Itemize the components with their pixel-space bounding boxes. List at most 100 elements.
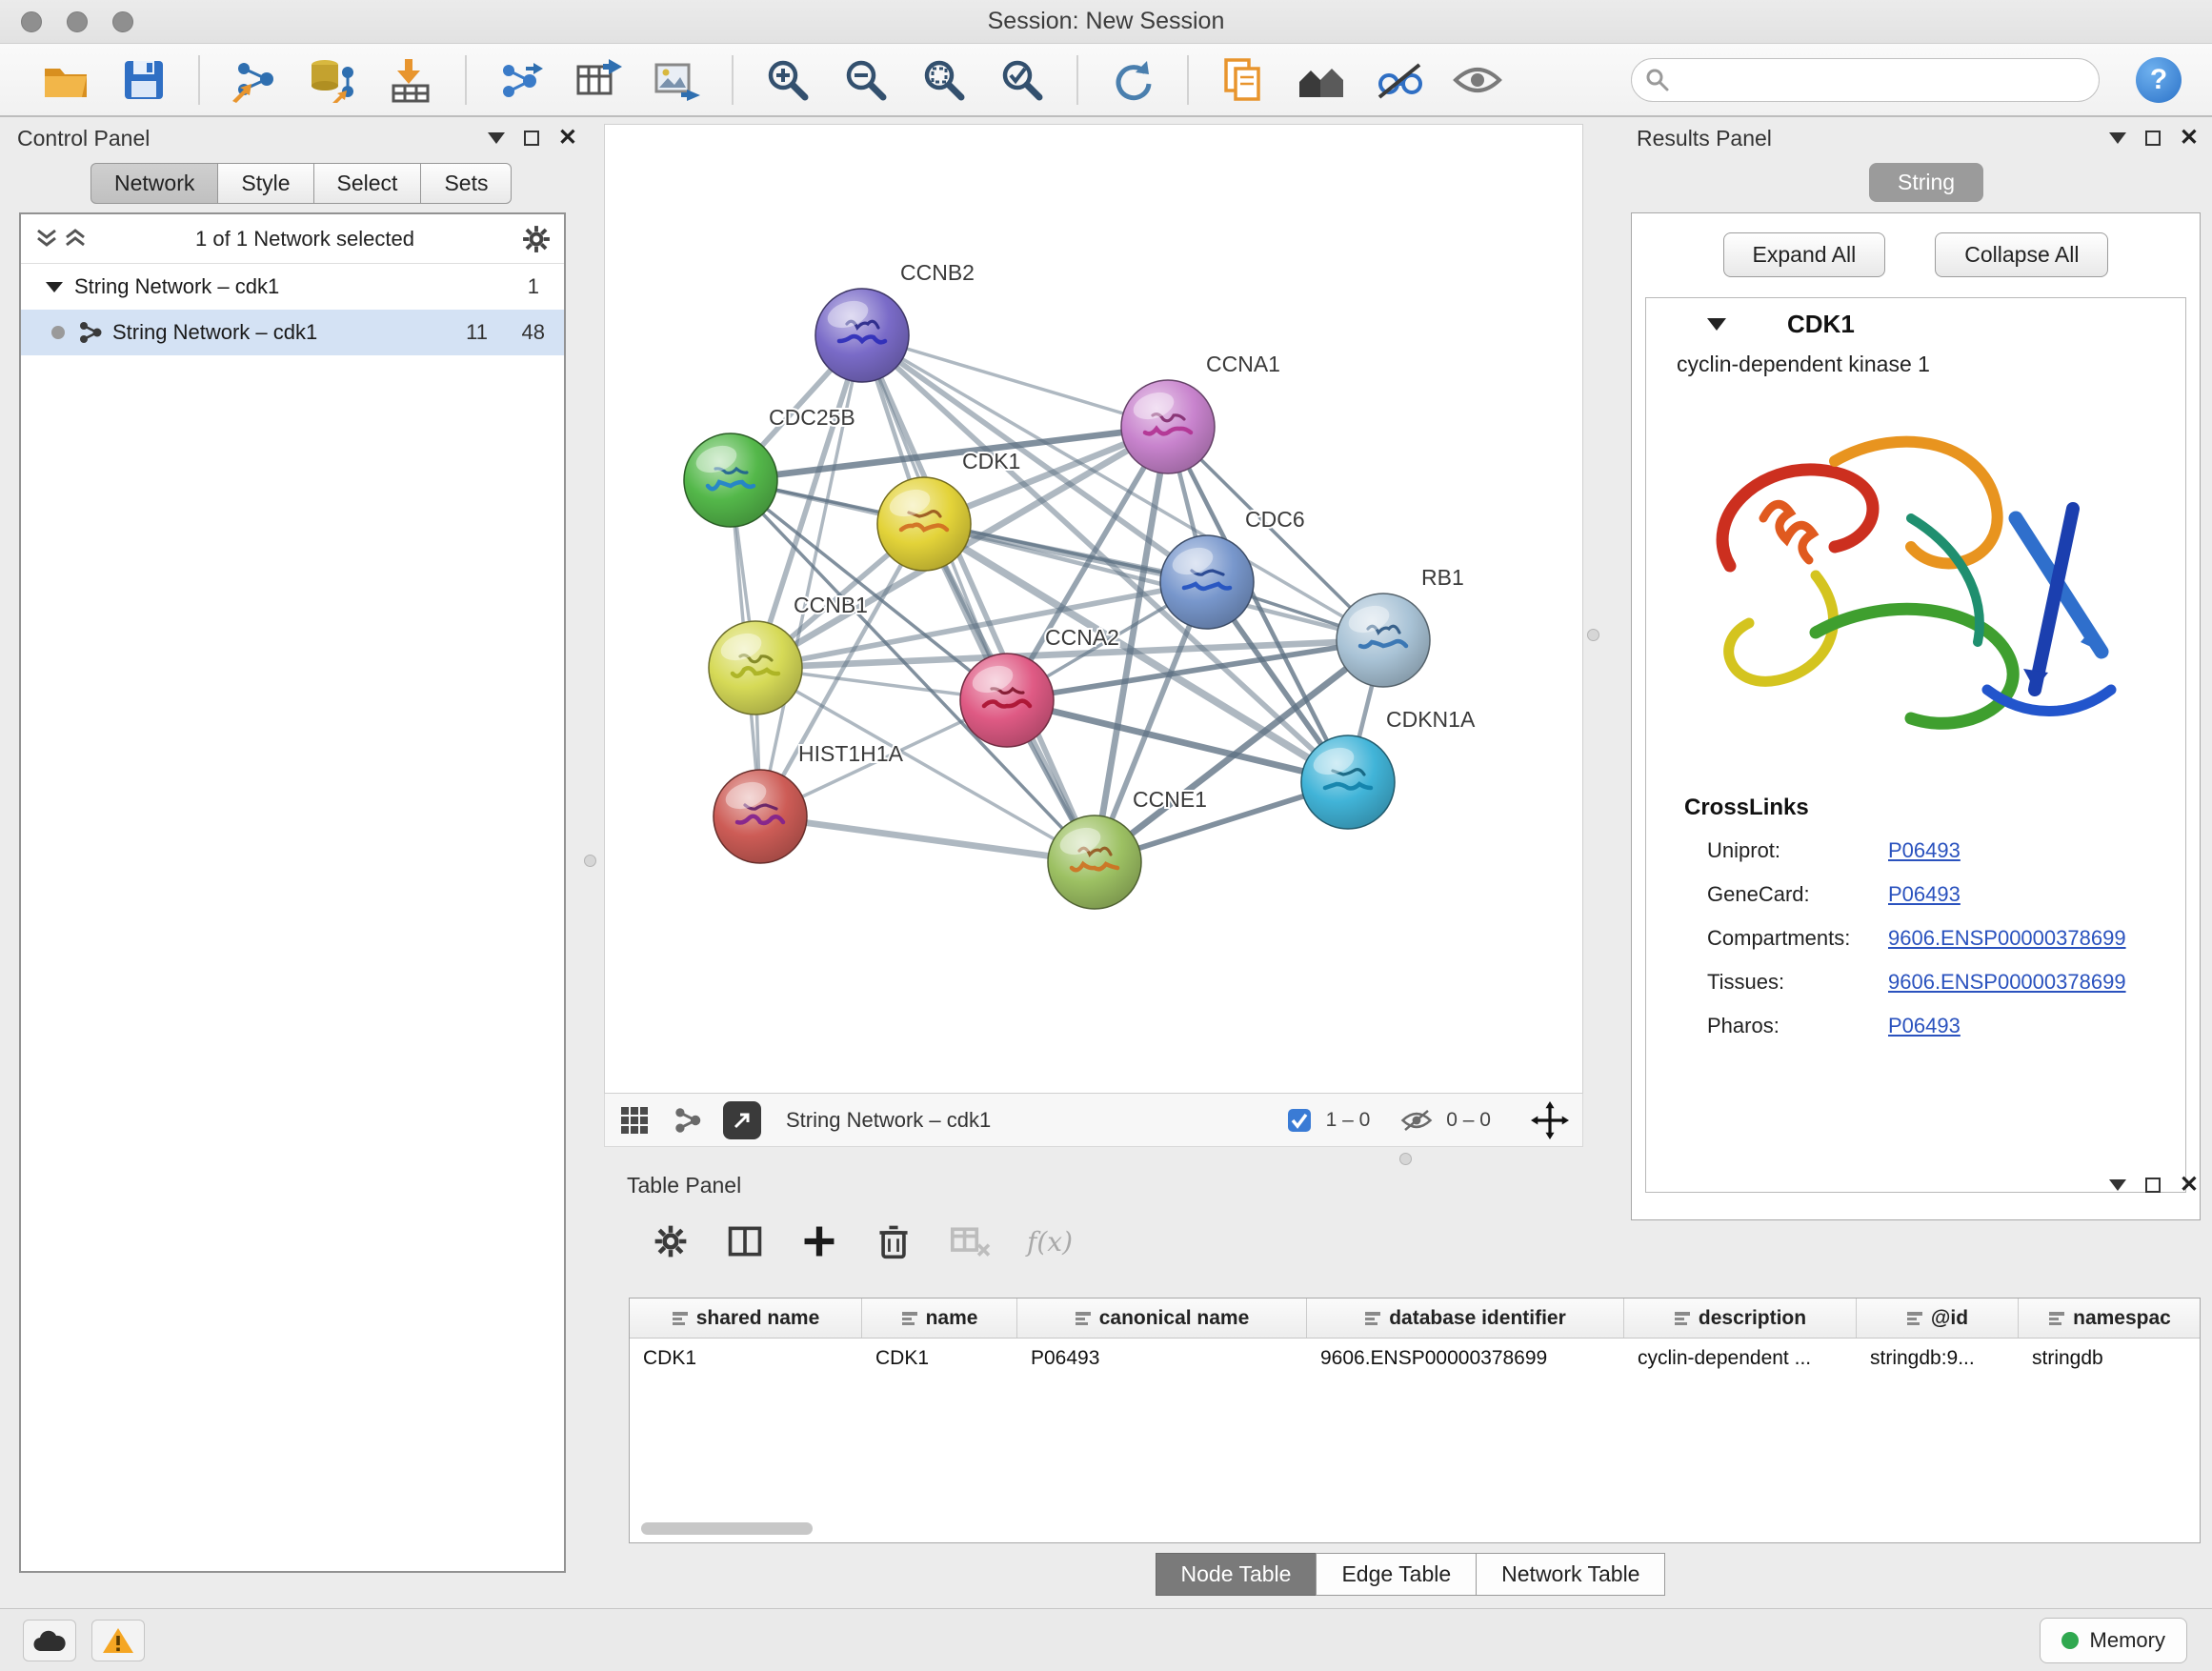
- maximize-window-button[interactable]: [112, 11, 133, 32]
- delete-column-trash-icon[interactable]: [875, 1222, 913, 1260]
- network-view-canvas[interactable]: CCNB2CCNA1CDC25BCDK1CDC6RB1CCNB1CCNA2CDK…: [604, 124, 1583, 1094]
- expand-all-chevrons-icon[interactable]: [32, 225, 61, 253]
- cloud-status-button[interactable]: [23, 1620, 76, 1661]
- table-cell[interactable]: stringdb:9...: [1857, 1339, 2019, 1380]
- crosslinks-heading: CrossLinks: [1684, 795, 2185, 821]
- memory-button[interactable]: Memory: [2040, 1618, 2187, 1663]
- pan-crosshair-icon[interactable]: [1531, 1101, 1569, 1139]
- tab-sets[interactable]: Sets: [420, 163, 512, 204]
- table-cell[interactable]: CDK1: [862, 1339, 1017, 1380]
- refresh-button[interactable]: [1107, 54, 1158, 106]
- help-button[interactable]: ?: [2136, 57, 2182, 103]
- node-CCNA1[interactable]: CCNA1: [1121, 352, 1280, 473]
- network-row-selected[interactable]: String Network – cdk1 11 48: [21, 310, 564, 355]
- search-box[interactable]: [1631, 58, 2100, 102]
- save-session-button[interactable]: [118, 54, 170, 106]
- table-cell[interactable]: 9606.ENSP00000378699: [1307, 1339, 1624, 1380]
- collapse-panel-icon[interactable]: [2109, 132, 2126, 144]
- tab-style[interactable]: Style: [217, 163, 313, 204]
- add-column-plus-icon[interactable]: [800, 1222, 838, 1260]
- close-panel-icon[interactable]: ✕: [2180, 1174, 2199, 1197]
- zoom-fit-button[interactable]: [918, 54, 970, 106]
- collapse-all-button[interactable]: Collapse All: [1935, 232, 2108, 277]
- column-header-namespac[interactable]: namespac: [2019, 1299, 2201, 1338]
- table-cell[interactable]: cyclin-dependent ...: [1624, 1339, 1857, 1380]
- collapse-panel-icon[interactable]: [488, 132, 505, 144]
- crosslink-link-tissues[interactable]: 9606.ENSP00000378699: [1888, 970, 2126, 995]
- crosslink-link-genecard[interactable]: P06493: [1888, 882, 1961, 907]
- splitter-grip[interactable]: [584, 855, 596, 867]
- zoom-in-button[interactable]: [762, 54, 814, 106]
- export-image-button[interactable]: [652, 54, 703, 106]
- protein-section-header[interactable]: CDK1: [1646, 298, 2185, 350]
- table-horizontal-scrollbar[interactable]: [641, 1522, 813, 1535]
- tab-network-table[interactable]: Network Table: [1476, 1553, 1665, 1596]
- column-header-canonical-name[interactable]: canonical name: [1017, 1299, 1307, 1338]
- section-collapse-icon[interactable]: [1707, 318, 1726, 331]
- float-panel-icon[interactable]: [2145, 131, 2161, 146]
- hide-glasses-button[interactable]: [1374, 54, 1425, 106]
- table-cell[interactable]: P06493: [1017, 1339, 1307, 1380]
- zoom-selected-button[interactable]: [996, 54, 1048, 106]
- export-table-button[interactable]: [573, 54, 625, 106]
- birdseye-grid-icon[interactable]: [618, 1104, 651, 1137]
- column-header-description[interactable]: description: [1624, 1299, 1857, 1338]
- gear-icon[interactable]: [520, 223, 553, 255]
- table-cell[interactable]: CDK1: [630, 1339, 862, 1380]
- zoom-out-button[interactable]: [840, 54, 892, 106]
- node-RB1[interactable]: RB1: [1337, 565, 1464, 687]
- collapse-all-chevrons-icon[interactable]: [61, 225, 90, 253]
- node-CDC6[interactable]: CDC6: [1160, 507, 1305, 629]
- tab-select[interactable]: Select: [313, 163, 422, 204]
- crosslink-link-pharos[interactable]: P06493: [1888, 1014, 1961, 1038]
- import-network-file-button[interactable]: [229, 54, 280, 106]
- splitter-grip[interactable]: [1399, 1153, 1412, 1165]
- crosslink-link-compartments[interactable]: 9606.ENSP00000378699: [1888, 926, 2126, 951]
- graph-share-icon[interactable]: [674, 1106, 702, 1135]
- node-table-row[interactable]: CDK1CDK1P064939606.ENSP00000378699cyclin…: [630, 1339, 2200, 1380]
- table-cell[interactable]: stringdb: [2019, 1339, 2201, 1380]
- open-in-window-button[interactable]: [723, 1101, 761, 1139]
- tab-edge-table[interactable]: Edge Table: [1316, 1553, 1477, 1596]
- import-table-button[interactable]: [385, 54, 436, 106]
- column-header-@id[interactable]: @id: [1857, 1299, 2019, 1338]
- crosslink-link-uniprot[interactable]: P06493: [1888, 838, 1961, 863]
- selected-nodes-checkbox-icon[interactable]: [1286, 1107, 1313, 1134]
- tab-node-table[interactable]: Node Table: [1156, 1553, 1317, 1596]
- column-header-shared-name[interactable]: shared name: [630, 1299, 862, 1338]
- float-panel-icon[interactable]: [524, 131, 539, 146]
- network-collection-row[interactable]: String Network – cdk1 1: [21, 264, 564, 310]
- home-button[interactable]: [1296, 54, 1347, 106]
- node-CDK1[interactable]: CDK1: [877, 449, 1020, 571]
- close-window-button[interactable]: [21, 11, 42, 32]
- tab-string[interactable]: String: [1869, 163, 1983, 202]
- splitter-grip[interactable]: [1587, 629, 1599, 641]
- warnings-button[interactable]: [91, 1620, 145, 1661]
- close-panel-icon[interactable]: ✕: [2180, 127, 2199, 150]
- float-panel-icon[interactable]: [2145, 1178, 2161, 1193]
- network-graph[interactable]: CCNB2CCNA1CDC25BCDK1CDC6RB1CCNB1CCNA2CDK…: [605, 125, 1584, 1095]
- edge-CCNB2-CCNE1[interactable]: [862, 335, 1095, 862]
- show-columns-icon[interactable]: [726, 1222, 764, 1260]
- expand-all-button[interactable]: Expand All: [1723, 232, 1886, 277]
- collapse-panel-icon[interactable]: [2109, 1179, 2126, 1191]
- node-CDKN1A[interactable]: CDKN1A: [1301, 707, 1476, 829]
- column-header-name[interactable]: name: [862, 1299, 1017, 1338]
- hidden-eye-slash-icon[interactable]: [1400, 1108, 1433, 1133]
- open-session-button[interactable]: [40, 54, 91, 106]
- refresh-icon: [1109, 57, 1156, 103]
- minimize-window-button[interactable]: [67, 11, 88, 32]
- edge-HIST1H1A-CCNE1[interactable]: [760, 816, 1095, 862]
- new-network-from-selection-button[interactable]: [495, 54, 547, 106]
- tree-expand-icon[interactable]: [44, 278, 65, 295]
- tab-network[interactable]: Network: [90, 163, 218, 204]
- copy-documents-button[interactable]: [1217, 54, 1269, 106]
- table-settings-gear-icon[interactable]: [652, 1222, 690, 1260]
- column-header-database-identifier[interactable]: database identifier: [1307, 1299, 1624, 1338]
- node-HIST1H1A[interactable]: HIST1H1A: [714, 741, 904, 863]
- search-input[interactable]: [1670, 68, 2070, 92]
- close-panel-icon[interactable]: ✕: [558, 127, 577, 150]
- node-CCNB2[interactable]: CCNB2: [815, 260, 975, 382]
- import-network-database-button[interactable]: [307, 54, 358, 106]
- show-eye-button[interactable]: [1452, 54, 1503, 106]
